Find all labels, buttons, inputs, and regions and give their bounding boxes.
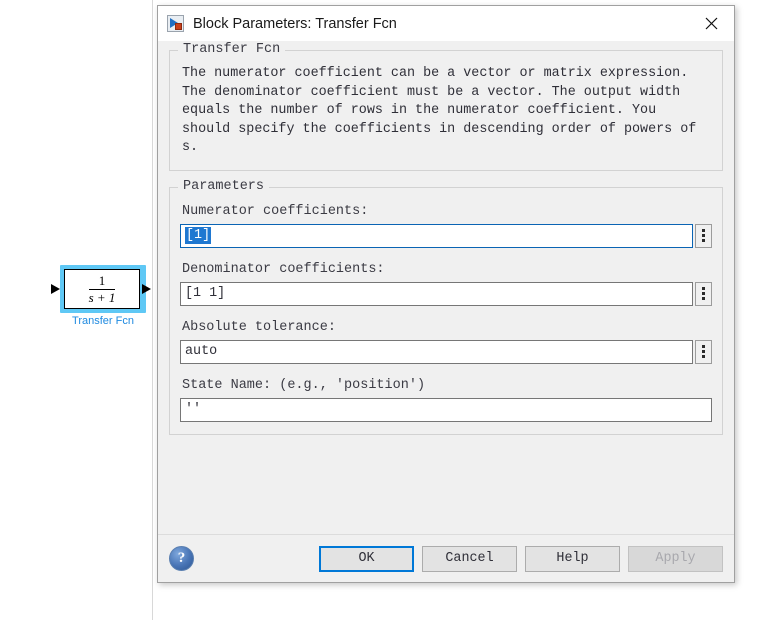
absolute-tolerance-value: auto xyxy=(185,344,218,360)
block-body: 1 s + 1 xyxy=(64,269,140,309)
close-icon[interactable] xyxy=(688,6,734,41)
block-parameters-dialog: Block Parameters: Transfer Fcn Transfer … xyxy=(157,5,735,583)
block-name-label: Transfer Fcn xyxy=(72,315,134,327)
apply-button: Apply xyxy=(628,545,723,572)
denominator-coefficients-value: [1 1] xyxy=(185,286,226,302)
transfer-function-numerator: 1 xyxy=(88,274,116,290)
numerator-coefficients-value: [1] xyxy=(185,227,212,245)
transfer-function-denominator: s + 1 xyxy=(88,289,116,305)
numerator-coefficients-row: [1] xyxy=(180,223,712,248)
denominator-coefficients-label: Denominator coefficients: xyxy=(182,261,385,277)
denominator-coefficients-row: [1 1] xyxy=(180,281,712,306)
transfer-fcn-block[interactable]: 1 s + 1 Transfer Fcn xyxy=(51,265,151,327)
state-name-row: '' xyxy=(180,397,712,422)
denominator-coefficients-input[interactable]: [1 1] xyxy=(180,281,693,306)
simulink-canvas[interactable]: 1 s + 1 Transfer Fcn xyxy=(0,0,152,620)
numerator-coefficients-input[interactable]: [1] xyxy=(180,223,693,248)
transfer-function-expression: 1 s + 1 xyxy=(88,274,116,305)
help-question-icon[interactable]: ? xyxy=(169,546,194,571)
dialog-titlebar[interactable]: Block Parameters: Transfer Fcn xyxy=(158,6,734,41)
dialog-body: Transfer Fcn The numerator coefficient c… xyxy=(158,41,734,534)
dialog-title: Block Parameters: Transfer Fcn xyxy=(193,15,397,32)
canvas-divider xyxy=(152,0,153,620)
numerator-vertical-ellipsis-icon[interactable] xyxy=(695,223,712,248)
cancel-button[interactable]: Cancel xyxy=(422,545,517,572)
description-groupbox: Transfer Fcn The numerator coefficient c… xyxy=(169,42,723,171)
dialog-button-group: OK Cancel Help Apply xyxy=(319,545,723,572)
input-port-arrow xyxy=(51,284,60,294)
description-group-legend: Transfer Fcn xyxy=(178,42,286,57)
absolute-tolerance-vertical-ellipsis-icon[interactable] xyxy=(695,339,712,364)
description-text: The numerator coefficient can be a vecto… xyxy=(182,66,697,156)
state-name-label: State Name: (e.g., 'position') xyxy=(182,377,426,393)
dialog-footer: ? OK Cancel Help Apply xyxy=(158,534,734,582)
state-name-input[interactable]: '' xyxy=(180,397,712,422)
help-button[interactable]: Help xyxy=(525,545,620,572)
ok-button[interactable]: OK xyxy=(319,545,414,572)
denominator-vertical-ellipsis-icon[interactable] xyxy=(695,281,712,306)
simulink-block-icon xyxy=(167,15,184,32)
parameters-groupbox: Parameters Numerator coefficients: [1] D… xyxy=(169,178,723,435)
output-port-arrow xyxy=(142,284,151,294)
absolute-tolerance-row: auto xyxy=(180,339,712,364)
absolute-tolerance-input[interactable]: auto xyxy=(180,339,693,364)
state-name-value: '' xyxy=(185,402,202,418)
numerator-coefficients-label: Numerator coefficients: xyxy=(182,203,369,219)
absolute-tolerance-label: Absolute tolerance: xyxy=(182,319,336,335)
parameters-group-legend: Parameters xyxy=(178,178,270,194)
